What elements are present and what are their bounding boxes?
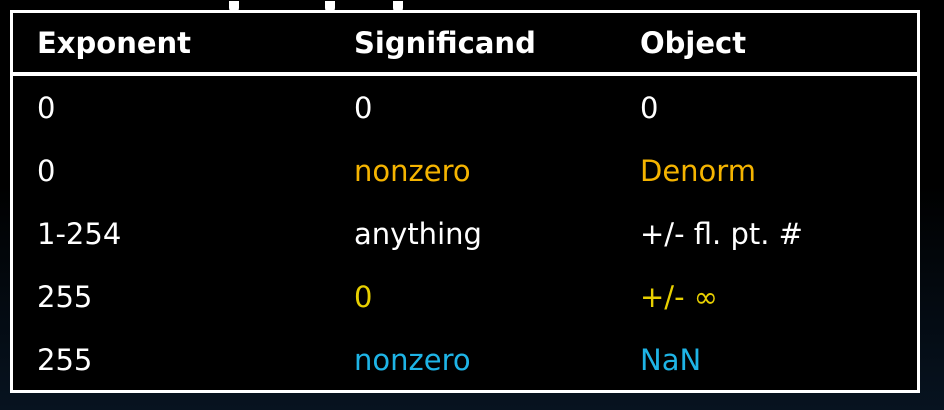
cell-object: Denorm [640,153,756,188]
cell-significand: 0 [354,279,373,314]
cell-significand: nonzero [354,342,471,377]
cell-significand: anything [354,216,482,251]
table-row: 1-254 anything +/- fl. pt. # [13,202,917,265]
cropped-glyph-descender [393,1,403,13]
encoding-table: Exponent Significand Object 0 0 0 0 nonz… [10,1,920,393]
table-row: 0 nonzero Denorm [13,139,917,202]
cell-object: 0 [640,90,659,125]
cell-object: +/- fl. pt. # [640,216,803,251]
cell-significand: 0 [354,90,373,125]
table-header-row: Exponent Significand Object [13,13,917,76]
header-object: Object [640,25,747,60]
header-significand: Significand [354,25,536,60]
cell-object: NaN [640,342,702,377]
table-row: 255 nonzero NaN [13,328,917,391]
cell-exponent: 0 [37,153,56,188]
table-row: 0 0 0 [13,76,917,139]
cell-exponent: 255 [37,342,93,377]
cell-exponent: 1-254 [37,216,122,251]
header-exponent: Exponent [37,25,192,60]
cell-object: +/- ∞ [640,279,718,314]
cell-exponent: 255 [37,279,93,314]
table-row: 255 0 +/- ∞ [13,265,917,328]
cell-significand: nonzero [354,153,471,188]
cropped-glyph-descender [325,1,335,13]
cell-exponent: 0 [37,90,56,125]
cropped-glyph-descender [229,1,239,13]
cropped-title-fragment [223,0,523,15]
